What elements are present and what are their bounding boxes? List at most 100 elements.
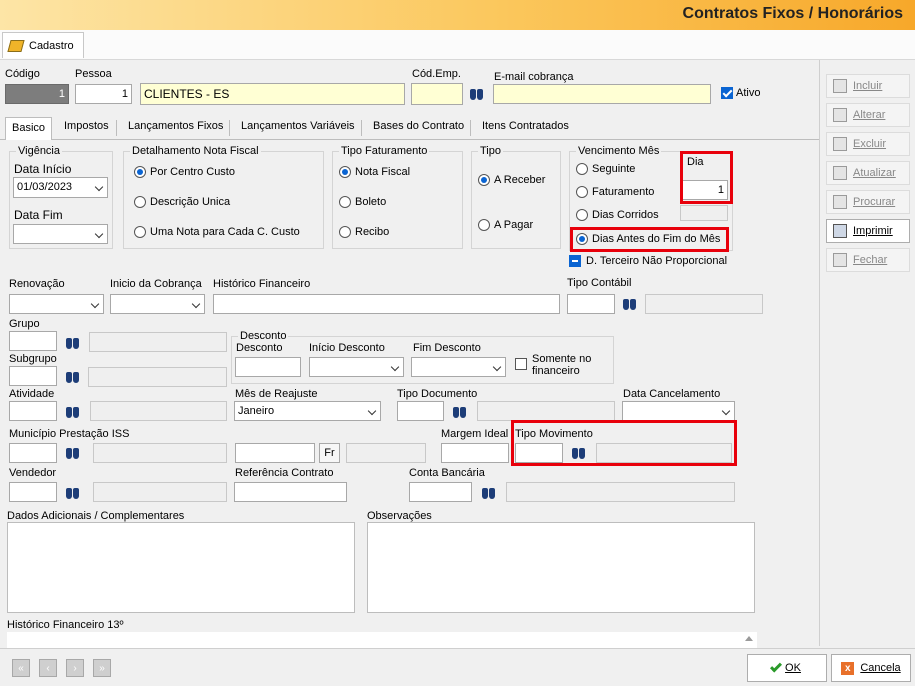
inicio-desconto-picker[interactable] — [309, 357, 404, 377]
binoculars-search-icon[interactable] — [453, 407, 467, 419]
conta-bancaria-label: Conta Bancária — [409, 467, 485, 479]
dias-corridos-field[interactable] — [680, 205, 728, 221]
scroll-up-icon[interactable] — [745, 636, 753, 641]
tab-bases-contrato[interactable]: Bases do Contrato — [367, 116, 470, 138]
alterar-button[interactable]: Alterar — [826, 103, 910, 127]
cod-emp-label: Cód.Emp. — [412, 68, 461, 80]
radio-descricao-unica[interactable]: Descrição Unica — [134, 196, 230, 208]
tab-impostos[interactable]: Impostos — [58, 116, 115, 138]
iss-field[interactable] — [235, 443, 315, 463]
desconto-label: Desconto — [236, 342, 283, 354]
tipo-contabil-field[interactable] — [567, 294, 615, 314]
binoculars-search-icon[interactable] — [66, 488, 80, 500]
radio-boleto[interactable]: Boleto — [339, 196, 386, 208]
fr-button[interactable]: Fr — [319, 443, 340, 463]
atividade-label: Atividade — [9, 388, 55, 400]
mes-reajuste-label: Mês de Reajuste — [235, 388, 318, 400]
radio-seguinte[interactable]: Seguinte — [576, 163, 635, 175]
radio-a-receber[interactable]: A Receber — [478, 174, 545, 186]
municipio-field[interactable] — [9, 443, 57, 463]
data-inicio-picker[interactable]: 01/03/2023 — [13, 177, 108, 198]
tab-basico[interactable]: Basico — [5, 117, 53, 140]
incluir-button[interactable]: Incluir — [826, 74, 910, 98]
binoculars-search-icon[interactable] — [470, 89, 484, 101]
vendedor-field[interactable] — [9, 482, 57, 502]
radio-icon — [576, 186, 588, 198]
radio-nota-fiscal[interactable]: Nota Fiscal — [339, 166, 410, 178]
radio-label: Uma Nota para Cada C. Custo — [150, 226, 300, 238]
radio-selected-icon — [478, 174, 490, 186]
tipo-caption: Tipo — [478, 145, 503, 157]
last-record-button[interactable]: » — [93, 659, 111, 677]
cod-emp-field[interactable] — [411, 83, 463, 105]
window-title: Contratos Fixos / Honorários — [682, 5, 903, 22]
radio-a-pagar[interactable]: A Pagar — [478, 219, 533, 231]
tab-lancamentos-variaveis[interactable]: Lançamentos Variáveis — [235, 116, 361, 138]
email-field[interactable] — [493, 84, 711, 104]
tipo-contabil-desc — [645, 294, 763, 314]
renovacao-select[interactable] — [9, 294, 104, 314]
conta-bancaria-field[interactable] — [409, 482, 472, 502]
pessoa-code-field[interactable]: 1 — [75, 84, 132, 104]
historico-financeiro-field[interactable] — [213, 294, 560, 314]
cancela-button[interactable]: x Cancela — [831, 654, 911, 682]
mes-reajuste-select[interactable]: Janeiro — [234, 401, 381, 421]
ativo-checkbox[interactable]: Ativo — [721, 87, 760, 99]
desconto-field[interactable] — [235, 357, 301, 377]
procurar-button[interactable]: Procurar — [826, 190, 910, 214]
pessoa-name-field[interactable]: CLIENTES - ES — [140, 83, 405, 105]
binoculars-search-icon[interactable] — [66, 448, 80, 460]
referencia-contrato-field[interactable] — [234, 482, 347, 502]
atividade-field[interactable] — [9, 401, 57, 421]
somente-financeiro-label: Somente no financeiro — [532, 353, 592, 377]
subgrupo-field[interactable] — [9, 366, 57, 386]
atualizar-label: Atualizar — [853, 167, 896, 179]
historico13-textarea[interactable] — [7, 632, 757, 648]
margem-ideal-field[interactable] — [441, 443, 509, 463]
binoculars-search-icon[interactable] — [66, 407, 80, 419]
fechar-button[interactable]: Fechar — [826, 248, 910, 272]
radio-selected-icon — [134, 166, 146, 178]
ok-label: OK — [785, 662, 801, 674]
fim-desconto-picker[interactable] — [411, 357, 506, 377]
atualizar-button[interactable]: Atualizar — [826, 161, 910, 185]
procurar-label: Procurar — [853, 196, 896, 208]
tab-itens-contratados[interactable]: Itens Contratados — [476, 116, 575, 138]
data-cancelamento-picker[interactable] — [622, 401, 735, 421]
somente-financeiro-checkbox[interactable] — [515, 358, 527, 370]
terceiro-checkbox[interactable]: D. Terceiro Não Proporcional — [569, 255, 727, 267]
prev-record-button[interactable]: ‹ — [39, 659, 57, 677]
radio-label: Recibo — [355, 226, 390, 238]
inicio-cobranca-select[interactable] — [110, 294, 205, 314]
new-document-icon — [833, 79, 847, 93]
binoculars-search-icon[interactable] — [66, 338, 80, 350]
radio-label: A Receber — [494, 174, 546, 186]
next-record-button[interactable]: › — [66, 659, 84, 677]
binoculars-search-icon[interactable] — [623, 299, 637, 311]
inicio-cobranca-label: Inicio da Cobrança — [110, 278, 202, 290]
radio-recibo[interactable]: Recibo — [339, 226, 389, 238]
checkbox-checked-icon — [721, 87, 733, 99]
ok-button[interactable]: OK — [747, 654, 827, 682]
tab-cadastro[interactable]: Cadastro — [2, 32, 84, 58]
radio-faturamento[interactable]: Faturamento — [576, 186, 654, 198]
top-tab-strip — [0, 30, 915, 60]
first-record-button[interactable]: « — [12, 659, 30, 677]
grupo-field[interactable] — [9, 331, 57, 351]
vendedor-desc — [93, 482, 227, 502]
imprimir-button[interactable]: Imprimir — [826, 219, 910, 243]
codigo-field[interactable]: 1 — [5, 84, 69, 104]
binoculars-search-icon[interactable] — [482, 488, 496, 500]
excluir-button[interactable]: Excluir — [826, 132, 910, 156]
observacoes-textarea[interactable] — [367, 522, 755, 613]
highlight-dias-antes — [570, 227, 729, 252]
conta-bancaria-desc — [506, 482, 735, 502]
radio-por-centro-custo[interactable]: Por Centro Custo — [134, 166, 235, 178]
tab-lancamentos-fixos[interactable]: Lançamentos Fixos — [122, 116, 229, 138]
data-fim-picker[interactable] — [13, 224, 108, 244]
binoculars-search-icon[interactable] — [66, 372, 80, 384]
dados-adicionais-textarea[interactable] — [7, 522, 355, 613]
radio-dias-corridos[interactable]: Dias Corridos — [576, 209, 659, 221]
radio-uma-nota[interactable]: Uma Nota para Cada C. Custo — [134, 226, 300, 238]
tipo-documento-field[interactable] — [397, 401, 444, 421]
